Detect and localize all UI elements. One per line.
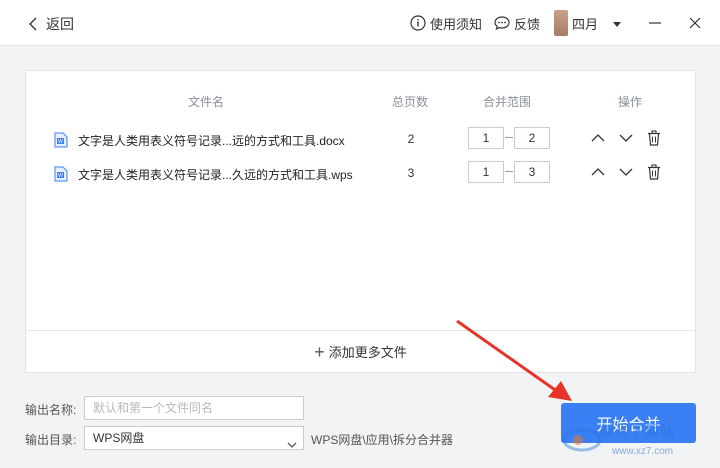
- close-icon: [689, 17, 701, 29]
- title-bar: 返回 使用须知 反馈 四月: [0, 0, 720, 46]
- word-doc-icon: W: [54, 132, 68, 151]
- minimize-button[interactable]: [648, 16, 662, 30]
- chevron-left-icon: [26, 15, 40, 33]
- output-dir-label: 输出目录:: [25, 433, 77, 447]
- close-button[interactable]: [688, 16, 702, 30]
- output-dir-path: WPS网盘\应用\拆分合并器: [311, 433, 454, 447]
- page-count: 2: [407, 132, 415, 146]
- caret-down-icon[interactable]: [612, 16, 622, 31]
- move-up-icon[interactable]: [590, 130, 606, 146]
- watermark-text: 极光下载站: [600, 423, 675, 439]
- svg-text:W: W: [58, 139, 63, 145]
- output-name-label: 输出名称:: [25, 403, 77, 417]
- table-row: W 文字是人类用表义符号记录...久远的方式和工具.wps 3 1 3: [26, 161, 695, 187]
- range-to-input[interactable]: 2: [514, 127, 550, 149]
- header-merge-range: 合并范围: [483, 95, 532, 109]
- delete-icon[interactable]: [646, 164, 662, 180]
- output-name-input[interactable]: 默认和第一个文件同名: [84, 396, 304, 420]
- back-label: 返回: [46, 16, 74, 32]
- feedback-label: 反馈: [513, 16, 540, 32]
- watermark-url: www.xz7.com: [612, 446, 674, 457]
- minimize-icon: [649, 22, 661, 24]
- range-dash: [505, 171, 513, 172]
- file-list-panel: 文件名 总页数 合并范围 操作 W 文字是人类用表义符号记录...远的方式和工具…: [25, 70, 696, 373]
- page-count: 3: [407, 166, 415, 180]
- range-from-input[interactable]: 1: [468, 127, 504, 149]
- header-total-pages: 总页数: [392, 95, 429, 109]
- output-dir-value: WPS网盘: [93, 431, 145, 445]
- file-name: 文字是人类用表义符号记录...远的方式和工具.docx: [78, 134, 345, 148]
- table-row: W 文字是人类用表义符号记录...远的方式和工具.docx 2 1 2: [26, 127, 695, 153]
- feedback-button[interactable]: 反馈: [494, 14, 540, 33]
- table-header: 文件名 总页数 合并范围 操作: [26, 93, 695, 111]
- avatar[interactable]: [553, 10, 568, 36]
- usage-notice-label: 使用须知: [429, 16, 482, 32]
- svg-text:W: W: [58, 173, 63, 179]
- back-button[interactable]: 返回: [26, 14, 74, 34]
- usage-notice-button[interactable]: 使用须知: [410, 14, 482, 33]
- move-down-icon[interactable]: [618, 164, 634, 180]
- file-name: 文字是人类用表义符号记录...久远的方式和工具.wps: [78, 168, 353, 182]
- user-name[interactable]: 四月: [572, 14, 598, 33]
- header-actions: 操作: [618, 95, 643, 109]
- delete-icon[interactable]: [646, 130, 662, 146]
- range-to-input[interactable]: 3: [514, 161, 550, 183]
- add-more-files-button[interactable]: + 添加更多文件: [26, 330, 695, 372]
- chat-bubble-icon: [494, 16, 510, 31]
- range-dash: [505, 137, 513, 138]
- output-dir-select[interactable]: WPS网盘: [84, 426, 304, 450]
- header-file-name: 文件名: [188, 95, 225, 109]
- word-doc-icon: W: [54, 166, 68, 185]
- range-from-input[interactable]: 1: [468, 161, 504, 183]
- info-icon: [410, 15, 426, 31]
- move-up-icon[interactable]: [590, 164, 606, 180]
- chevron-down-icon: [287, 434, 297, 456]
- plus-icon: +: [314, 341, 325, 362]
- add-more-label: 添加更多文件: [328, 345, 407, 360]
- move-down-icon[interactable]: [618, 130, 634, 146]
